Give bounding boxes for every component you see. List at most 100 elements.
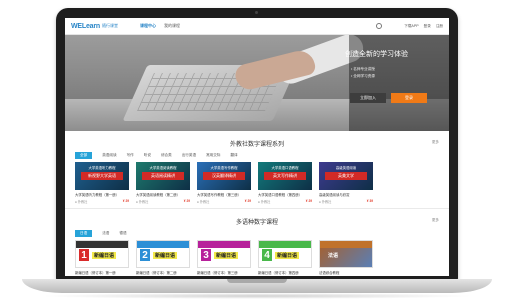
download-app-link[interactable]: 下载APP (404, 24, 418, 29)
course-card[interactable]: 高级英语阅读 英美文学高级英语阅读与欣赏 ● 外教社 ¥ 39 (319, 162, 373, 204)
price-label: ¥ 29 (122, 199, 129, 203)
thumbnail-band: 英语阅读精讲 (142, 172, 184, 180)
course-thumbnail[interactable]: 大学英语阅读教程英语阅读精讲 (136, 162, 190, 190)
thumbnail-title: 大学英语阅读教程 (149, 166, 177, 170)
hero-bullet: • 名师专业讲授 (351, 67, 375, 71)
search-icon[interactable] (376, 23, 383, 29)
join-button[interactable]: 立即加入 (350, 93, 386, 103)
course-title[interactable]: 新编日语（修订本）第一册 (75, 270, 129, 275)
course-title[interactable]: 新编日语（修订本）第三册 (197, 270, 251, 275)
thumbnail-title: 大学英语听力教程 (88, 166, 116, 170)
course-thumbnail[interactable]: 高级英语阅读 英美文学 (319, 162, 373, 190)
course-card[interactable]: 大学英语阅读教程英语阅读精讲大学英语阅读教程（第二册） ● 外教社 ¥ 29 (136, 162, 190, 204)
course-title[interactable]: 新编日语（修订本）第二册 (136, 270, 190, 275)
course-thumbnail[interactable]: 1 新编日语 (75, 240, 129, 268)
tab-5[interactable]: 出行英语 (182, 153, 196, 158)
tab-3[interactable]: 听说 (144, 153, 151, 158)
thumbnail-label: 新编日语 (92, 252, 117, 259)
tab-7[interactable]: 翻译 (230, 153, 237, 158)
tab-0[interactable]: 全部 (75, 151, 93, 159)
tab-2[interactable]: 德语 (119, 231, 126, 236)
course-meta: ● 外教社 ¥ 39 (319, 199, 373, 204)
course-card[interactable]: 法语法语综合教程免费 (319, 240, 373, 276)
publisher-label: ● 外教社 (136, 200, 149, 204)
hero-banner: 创造全新的学习体验 • 名师专业讲授 • 全网学习资源 立即加入 登录 (65, 35, 449, 131)
course-card[interactable]: 2新编日语新编日语（修订本）第二册¥ 29 (136, 240, 190, 276)
thumbnail-band: 新视野大学英语 (81, 172, 123, 180)
hero-bullet: • 全网学习资源 (351, 74, 375, 78)
course-title[interactable]: 新编日语（修订本）第四册 (258, 270, 312, 275)
course-thumbnail[interactable]: 法语 (319, 240, 373, 268)
thumbnail-number: 3 (201, 249, 211, 261)
course-card[interactable]: 大学英语听力教程 新视野大学英语 大学英语听力教程（第一册） ● 外教社 ¥ 29 (75, 162, 129, 204)
login-button[interactable]: 登录 (391, 93, 427, 103)
divider (65, 208, 449, 209)
camera-icon (255, 11, 258, 14)
course-thumbnail[interactable]: 2 新编日语 (136, 240, 190, 268)
thumbnail-label: 法语 (328, 253, 339, 259)
screen: WELearn 随行课堂 课程中心 我的课程 下载APP 登录 注册 创造全新的… (65, 18, 449, 276)
course-row: 大学英语听力教程 新视野大学英语 大学英语听力教程（第一册） ● 外教社 ¥ 29 大学英… (65, 162, 449, 204)
course-title[interactable]: 大学英语阅读教程（第二册） (136, 192, 190, 197)
price-label: ¥ 29 (183, 199, 190, 203)
course-card[interactable]: 大学英语写作教程汉英翻译精讲大学英语写作教程（第三册） ● 外教社 ¥ 29 (197, 162, 251, 204)
section1-title-text: 外教社数字课程系列 (229, 142, 284, 148)
course-thumbnail[interactable]: 大学英语听力教程新视野大学英语 (75, 162, 129, 190)
laptop-frame: WELearn 随行课堂 课程中心 我的课程 下载APP 登录 注册 创造全新的… (56, 8, 458, 280)
thumbnail-title: 大学英语口语教程 (271, 166, 299, 170)
course-thumbnail[interactable]: 3 新编日语 (197, 240, 251, 268)
category-tabs: 全部 英语阅读 写作 听说 综合类 出行英语 常用交际 翻译 (65, 151, 449, 159)
course-thumbnail[interactable]: 大学英语口语教程英文写作精讲 (258, 162, 312, 190)
logo[interactable]: WELearn (71, 23, 100, 30)
course-meta: ● 外教社 ¥ 29 (197, 199, 251, 204)
tab-0[interactable]: 日语 (75, 229, 93, 237)
course-card[interactable]: 大学英语口语教程 英文写作精讲 大学英语口语教程（第四册） ● 外教社 ¥ 29 (258, 162, 312, 204)
register-link[interactable]: 注册 (436, 24, 443, 29)
top-nav-bar: WELearn 随行课堂 课程中心 我的课程 下载APP 登录 注册 (65, 18, 449, 35)
course-title[interactable]: 大学英语写作教程（第三册） (197, 192, 251, 197)
tab-2[interactable]: 写作 (127, 153, 134, 158)
section-title: 多语种数字课程 更多 (65, 217, 449, 226)
nav-item-courses[interactable]: 课程中心 (140, 23, 156, 29)
thumbnail-stripe (137, 241, 189, 248)
course-card[interactable]: 3新编日语新编日语（修订本）第三册¥ 29 (197, 240, 251, 276)
logo-subtitle: 随行课堂 (101, 23, 118, 28)
price-label: ¥ 29 (244, 199, 251, 203)
more-link[interactable]: 更多 (432, 140, 439, 145)
price-label: ¥ 29 (305, 199, 312, 203)
course-thumbnail[interactable]: 4 新编日语 (258, 240, 312, 268)
language-course-row: 1新编日语新编日语（修订本）第一册¥ 292新编日语新编日语（修订本）第二册¥ … (65, 240, 449, 276)
course-thumbnail[interactable]: 大学英语写作教程汉英翻译精讲 (197, 162, 251, 190)
tab-6[interactable]: 常用交际 (206, 153, 220, 158)
thumbnail-band: 英文写作精讲 (264, 172, 306, 180)
tab-1[interactable]: 英语阅读 (102, 153, 116, 158)
course-title[interactable]: 高级英语阅读与欣赏 (319, 192, 373, 197)
nav-item-my-courses[interactable]: 我的课程 (164, 23, 180, 29)
tab-1[interactable]: 法语 (102, 231, 109, 236)
thumbnail-label: 新编日语 (214, 252, 239, 259)
thumbnail-stripe (198, 241, 250, 248)
thumbnail-stripe (76, 241, 128, 248)
thumbnail-label: 新编日语 (153, 252, 178, 259)
thumbnail-band: 汉英翻译精讲 (203, 172, 245, 180)
course-card[interactable]: 1新编日语新编日语（修订本）第一册¥ 29 (75, 240, 129, 276)
publisher-label: ● 外教社 (319, 200, 332, 204)
thumbnail-band: 英美文学 (325, 172, 367, 180)
account-links: 下载APP 登录 注册 (404, 24, 443, 29)
section-title: 外教社数字课程系列 更多 (65, 139, 449, 148)
laptop-base (22, 279, 492, 293)
price-label: ¥ 39 (366, 199, 373, 203)
thumbnail-title: 大学英语写作教程 (210, 166, 238, 170)
course-title[interactable]: 大学英语听力教程（第一册） (75, 192, 129, 197)
course-card[interactable]: 4新编日语新编日语（修订本）第四册¥ 29 (258, 240, 312, 276)
course-title[interactable]: 法语综合教程 (319, 270, 373, 275)
more-link[interactable]: 更多 (432, 218, 439, 223)
publisher-label: ● 外教社 (197, 200, 210, 204)
thumbnail-number: 2 (140, 249, 150, 261)
language-tabs: 日语 法语 德语 (65, 229, 449, 237)
tab-4[interactable]: 综合类 (161, 153, 172, 158)
laptop-notch (227, 279, 287, 283)
course-title[interactable]: 大学英语口语教程（第四册） (258, 192, 312, 197)
thumbnail-number: 4 (262, 249, 272, 261)
login-link[interactable]: 登录 (424, 24, 431, 29)
